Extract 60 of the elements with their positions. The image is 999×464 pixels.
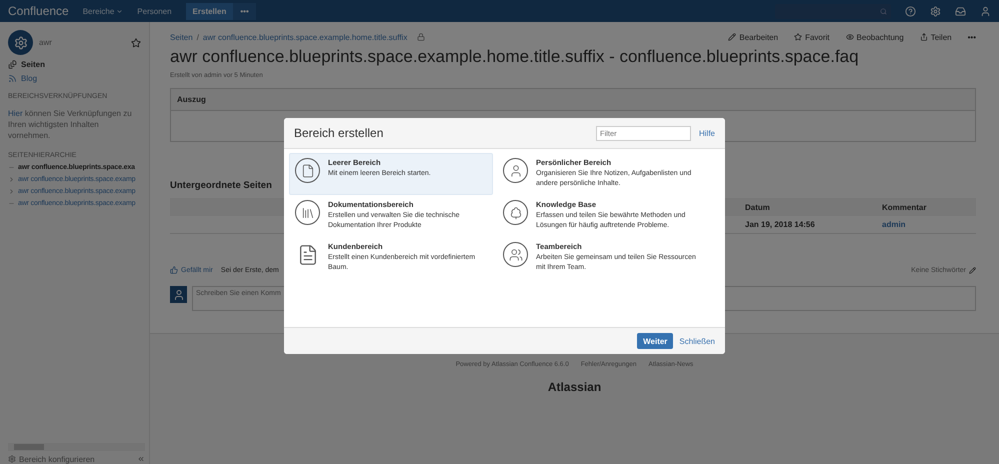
breadcrumb-separator: /: [196, 32, 199, 42]
page-action[interactable]: Favorit: [794, 32, 830, 42]
dialog-title: Bereich erstellen: [294, 126, 384, 140]
nav-menu[interactable]: Bereiche: [82, 6, 124, 16]
page-title: awr confluence.blueprints.space.example.home.title.suffix - confluence.blueprints.space.faq: [170, 47, 860, 67]
search-icon: [880, 8, 887, 14]
sidebar-item[interactable]: Seiten: [8, 60, 149, 69]
books-icon: [295, 200, 320, 225]
pages-icon: [8, 60, 17, 69]
close-link[interactable]: Schließen: [679, 336, 715, 346]
table-cell-text: Jan 19, 2018 14:56: [745, 220, 816, 229]
share-icon: [920, 33, 928, 41]
scrollbar[interactable]: [8, 443, 145, 451]
tree-icon: [503, 200, 528, 225]
person-icon: [503, 158, 528, 183]
gear-icon: [8, 455, 16, 463]
help-icon[interactable]: [905, 6, 916, 16]
star-icon: [794, 33, 802, 41]
atlassian-logo[interactable]: Atlassian: [548, 380, 602, 394]
page-action[interactable]: Bearbeiten: [728, 32, 778, 42]
configure-link[interactable]: Bereich konfigurieren: [8, 454, 95, 464]
user-icon[interactable]: [980, 6, 991, 16]
space-name[interactable]: awr: [39, 38, 52, 47]
more-button[interactable]: •••: [233, 2, 256, 20]
expand-icon[interactable]: [8, 188, 15, 195]
section-heading: Untergeordnete Seiten: [170, 180, 272, 191]
caret-icon[interactable]: [116, 8, 124, 14]
create-button[interactable]: Erstellen: [186, 2, 234, 20]
panel-heading: Auszug: [171, 89, 975, 111]
breadcrumb-link[interactable]: awr confluence.blueprints.space.example.home.title.suffix: [202, 32, 408, 42]
user-link[interactable]: admin: [882, 220, 976, 229]
expand-icon[interactable]: [8, 176, 15, 183]
space-avatar: [8, 30, 33, 55]
nav-menu[interactable]: Personen: [137, 6, 172, 16]
next-button[interactable]: Weiter: [637, 333, 674, 349]
user-avatar: [170, 286, 187, 303]
search-field[interactable]: [775, 4, 891, 18]
help-link[interactable]: Hilfe: [698, 128, 715, 138]
people-icon: [503, 242, 528, 267]
inbox-icon[interactable]: [955, 6, 966, 16]
document-icon: [295, 158, 320, 183]
more-button[interactable]: •••: [968, 32, 976, 42]
pencil-icon: [728, 33, 736, 41]
breadcrumb-link[interactable]: Seiten: [170, 32, 193, 42]
confluence-logo[interactable]: Confluence: [8, 4, 69, 18]
feed-icon: [8, 74, 17, 83]
star-icon[interactable]: [131, 38, 141, 48]
lock-icon[interactable]: [417, 33, 426, 41]
sidebar-item[interactable]: Blog: [8, 74, 149, 83]
page-action[interactable]: Teilen: [920, 32, 952, 42]
eye-icon: [846, 33, 854, 41]
column-header: Datum: [745, 202, 771, 212]
column-header: Kommentar: [882, 202, 928, 212]
link[interactable]: Hier: [8, 109, 23, 118]
pencil-icon: [969, 266, 976, 274]
shortcuts-text: Hier können Sie Verknüpfungen zu Ihren wichtigsten Inhalten vornehmen.: [8, 108, 133, 142]
page-action[interactable]: Beobachtung: [846, 32, 904, 42]
collapse-icon[interactable]: [137, 455, 145, 463]
thumbs-up-icon: [170, 266, 178, 274]
settings-icon[interactable]: [930, 6, 941, 16]
